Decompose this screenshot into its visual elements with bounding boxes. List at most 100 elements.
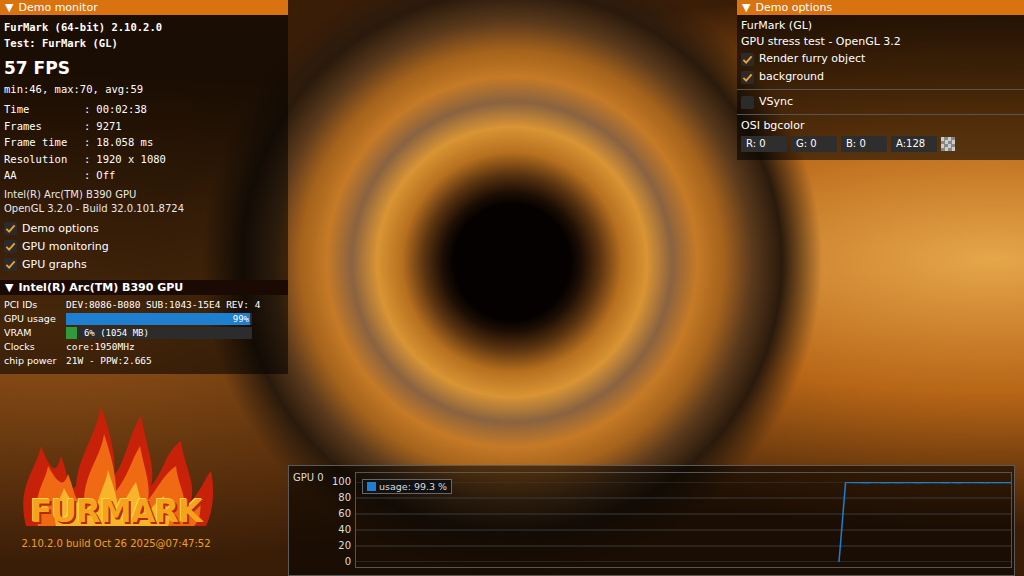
series-segment [978,482,985,483]
series-segment [945,482,952,483]
y-tick: 100 [332,477,351,487]
series-segment [859,482,866,483]
monitor-header[interactable]: ▼Demo monitor [0,0,288,15]
check-icon [5,223,16,234]
checkbox[interactable] [741,71,754,84]
graph-title: GPU 0 [293,472,333,575]
stat-row: Time:00:02:38 [4,101,284,118]
grid-line [356,546,1011,547]
series-segment [925,482,932,483]
options-header[interactable]: ▼Demo options [737,0,1024,15]
grid-line [356,498,1011,499]
graph-legend: usage: 99.3 % [362,479,452,494]
options-body: FurMark (GL)GPU stress test - OpenGL 3.2… [737,15,1024,160]
gpu-row: PCI IDsDEV:8086-B080 SUB:1043-15E4 REV: … [4,298,284,312]
checkbox[interactable] [4,258,17,271]
series-segment [951,482,958,483]
furmark-logo: FURMARK 2.10.2.0 build Oct 26 2025@07:47:… [0,374,232,549]
grid-line [356,482,1011,483]
option-checkbox[interactable]: background [741,68,1020,86]
color-field[interactable]: B: 0 [841,136,887,152]
demo-monitor: ▼Demo monitorFurMark (64-bit) 2.10.2.0Te… [0,0,288,374]
collapse-icon[interactable]: ▼ [5,281,13,294]
grid-line [356,562,1011,563]
series-segment [938,482,945,483]
checkbox[interactable] [741,53,754,66]
separator [737,114,1024,115]
grid-line [356,514,1011,515]
build-info: 2.10.2.0 build Oct 26 2025@07:47:52 [21,538,210,549]
collapse-icon[interactable]: ▼ [5,1,13,14]
stat-row: AA:Off [4,167,284,184]
monitor-toggle[interactable]: GPU monitoring [4,238,284,256]
series-segment [885,482,892,483]
bgcolor-label: OSI bgcolor [741,118,1020,134]
test-name: Test: FurMark (GL) [4,35,284,51]
series-segment [918,482,925,483]
checkbox[interactable] [4,240,17,253]
logo-text: FURMARK [30,492,202,530]
y-tick: 20 [338,541,351,551]
checkbox[interactable] [4,222,17,235]
collapse-icon[interactable]: ▼ [742,1,750,14]
demo-options: ▼Demo optionsFurMark (GL)GPU stress test… [737,0,1024,160]
series-segment [846,482,853,483]
y-tick: 80 [338,493,351,503]
series-segment [971,482,978,483]
grid-line [356,530,1011,531]
stat-row: Frames:9271 [4,118,284,135]
color-field[interactable]: G: 0 [791,136,837,152]
gpu-bar: 6% (1054 MB) [66,327,252,339]
gpu-row: GPU usage99% [4,312,284,326]
y-tick: 0 [345,557,351,567]
series-segment [872,482,879,483]
series-segment [932,482,939,483]
series-segment [879,482,886,483]
option-checkbox[interactable]: VSync [741,93,1020,111]
left-column: ▼Demo monitorFurMark (64-bit) 2.10.2.0Te… [0,0,288,549]
series-segment [839,482,846,562]
monitor-body: FurMark (64-bit) 2.10.2.0Test: FurMark (… [0,15,288,280]
bar-fill [66,313,250,325]
gpu-header[interactable]: ▼Intel(R) Arc(TM) B390 GPU [0,280,288,295]
demo-description: GPU stress test - OpenGL 3.2 [741,34,1020,50]
y-tick: 60 [338,509,351,519]
series-segment [905,482,912,483]
gpu-row: chip power21W - PPW:2.665 [4,354,284,368]
checkbox[interactable] [741,96,754,109]
series-segment [912,482,919,483]
fps-range: min:46, max:70, avg:59 [4,81,284,97]
gpu-graph: GPU 0100806040200usage: 99.3 % [288,465,1015,576]
series-segment [852,482,859,483]
check-icon [742,54,753,65]
color-field[interactable]: A:128 [891,136,937,152]
gpu-row: Clockscore:1950MHz [4,340,284,354]
usage-chart [356,482,1011,562]
stat-row: Frame time:18.058 ms [4,134,284,151]
gpu-name: Intel(R) Arc(TM) B390 GPU [4,188,284,202]
series-segment [991,482,998,483]
series-segment [965,482,972,483]
plot-area: usage: 99.3 % [355,472,1012,568]
series-segment [865,482,872,483]
app-version: FurMark (64-bit) 2.10.2.0 [4,19,284,35]
series-segment [1004,482,1011,483]
series-segment [985,482,992,483]
monitor-toggle[interactable]: Demo options [4,220,284,238]
monitor-toggle[interactable]: GPU graphs [4,256,284,274]
color-swatch[interactable] [941,137,955,151]
check-icon [742,72,753,83]
stat-row: Resolution:1920 x 1080 [4,151,284,168]
legend-swatch [367,482,376,491]
separator [737,89,1024,90]
gpu-row: VRAM6% (1054 MB) [4,326,284,340]
y-axis: 100806040200 [333,477,351,567]
series-segment [892,482,899,483]
check-icon [5,241,16,252]
series-segment [958,482,965,483]
series-segment [899,482,906,483]
option-checkbox[interactable]: Render furry object [741,50,1020,68]
color-field[interactable]: R: 0 [741,136,787,152]
fps: 57 FPS [4,55,284,81]
check-icon [5,259,16,270]
